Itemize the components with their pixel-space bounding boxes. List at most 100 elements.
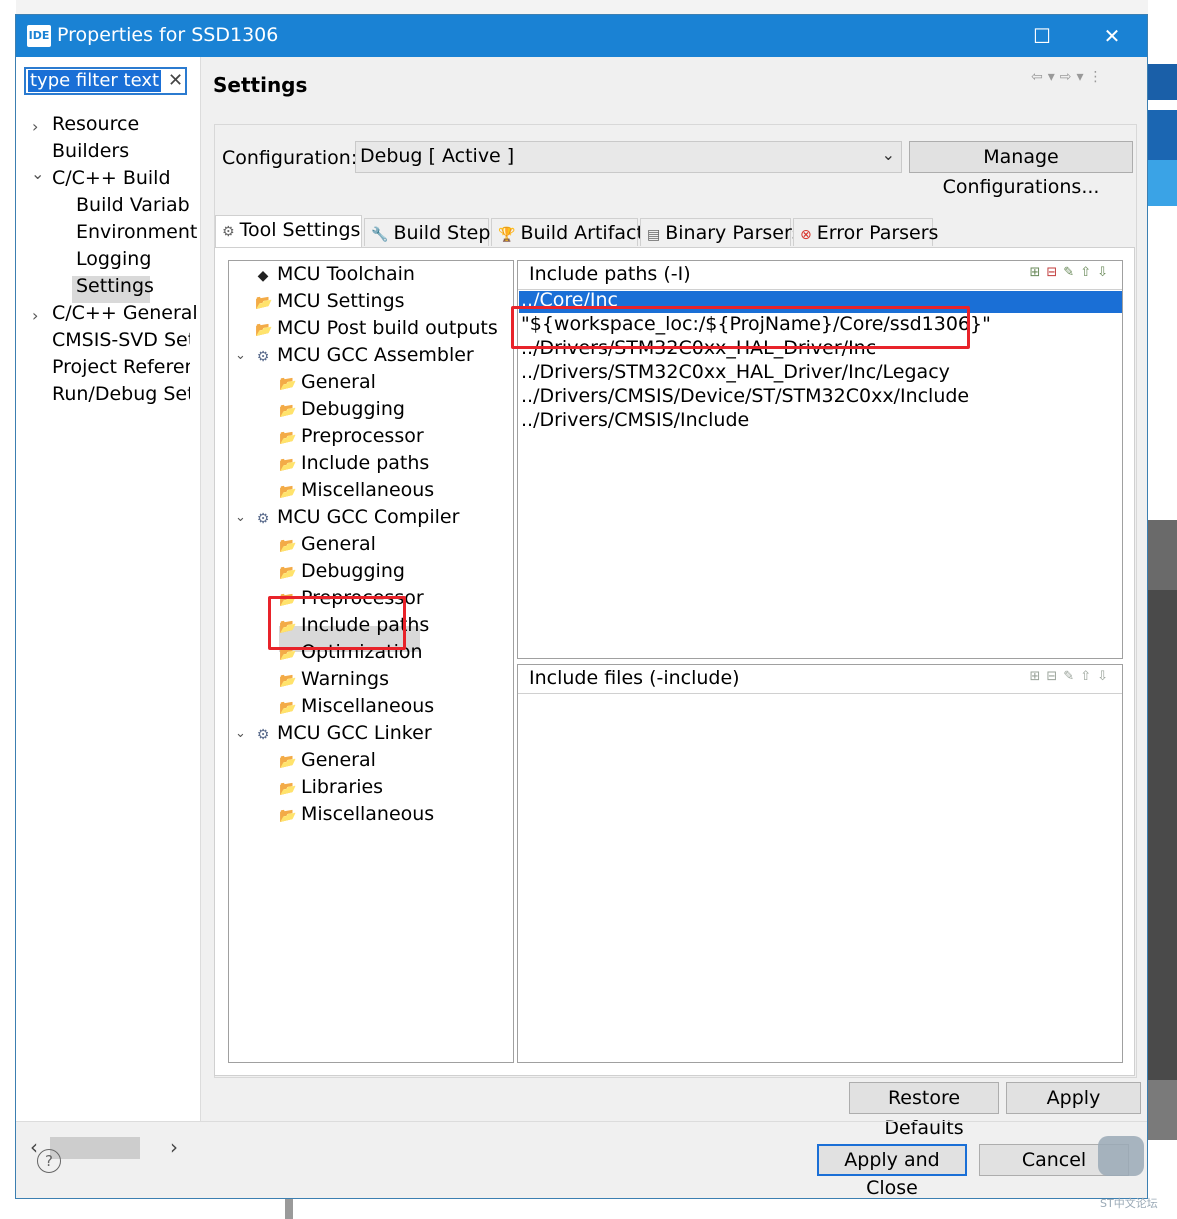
gear-icon: ⚙ xyxy=(256,727,270,743)
move-up-icon[interactable]: ⇧ xyxy=(1080,669,1097,684)
nav-item-resource[interactable]: Resource xyxy=(52,113,198,135)
scroll-right-icon[interactable]: › xyxy=(170,1135,178,1159)
collapse-cpp-build-icon[interactable]: ⌄ xyxy=(31,164,44,183)
tree-item-label: Include paths xyxy=(301,452,430,474)
nav-item-environment[interactable]: Environment xyxy=(76,221,198,243)
filter-input-text[interactable]: type filter text xyxy=(28,70,162,92)
move-down-icon[interactable]: ⇩ xyxy=(1097,265,1114,280)
nav-item-logging[interactable]: Logging xyxy=(76,248,198,270)
back-menu-icon[interactable]: ▾ xyxy=(1048,69,1060,85)
expand-cpp-general-icon[interactable]: › xyxy=(32,306,38,325)
nav-item-project-references[interactable]: Project Referenc xyxy=(52,356,190,378)
add-icon[interactable]: ⊞ xyxy=(1029,669,1046,684)
delete-icon[interactable]: ⊟ xyxy=(1046,669,1063,684)
folder-settings-icon: 📂 xyxy=(255,322,273,338)
tab-build-steps[interactable]: 🔧 Build Steps xyxy=(364,218,500,246)
restore-defaults-button[interactable]: Restore Defaults xyxy=(849,1082,999,1139)
edit-icon[interactable]: ✎ xyxy=(1063,265,1080,280)
tree-item-mcu-settings[interactable]: 📂 MCU Settings xyxy=(255,290,405,312)
chat-bubble-watermark-icon xyxy=(1098,1136,1144,1176)
tree-item-label: MCU GCC Linker xyxy=(277,722,432,744)
tree-item-asm-preprocessor[interactable]: 📂 Preprocessor xyxy=(279,425,424,447)
tree-item-ld-miscellaneous[interactable]: 📂 Miscellaneous xyxy=(279,803,434,825)
configuration-dropdown[interactable]: Debug [ Active ] ⌄ xyxy=(355,141,902,173)
error-icon: ⊗ xyxy=(800,227,812,243)
tree-item-asm-include-paths[interactable]: 📂 Include paths xyxy=(279,452,429,474)
page-title: Settings xyxy=(213,73,308,97)
tree-item-label: General xyxy=(301,371,376,393)
edit-icon[interactable]: ✎ xyxy=(1063,669,1080,684)
tree-item-asm-general[interactable]: 📂 General xyxy=(279,371,376,393)
tree-item-cc-general[interactable]: 📂 General xyxy=(279,533,376,555)
include-paths-toolbar[interactable]: ⊞⊟✎⇧⇩ xyxy=(1029,265,1114,280)
tree-item-label: General xyxy=(301,749,376,771)
collapse-compiler-icon[interactable]: ⌄ xyxy=(235,510,246,525)
scroll-left-icon[interactable]: ‹ xyxy=(30,1135,38,1159)
tab-label: Error Parsers xyxy=(816,222,939,244)
nav-item-builders[interactable]: Builders xyxy=(52,140,198,162)
tree-item-asm-debugging[interactable]: 📂 Debugging xyxy=(279,398,405,420)
apply-button[interactable]: Apply xyxy=(1006,1082,1141,1114)
folder-settings-icon: 📂 xyxy=(255,295,273,311)
maximize-button[interactable]: ☐ xyxy=(1007,15,1077,57)
tree-item-cc-debugging[interactable]: 📂 Debugging xyxy=(279,560,405,582)
collapse-assembler-icon[interactable]: ⌄ xyxy=(235,348,246,363)
include-path-row[interactable]: ../Drivers/CMSIS/Device/ST/STM32C0xx/Inc… xyxy=(521,385,969,407)
include-path-row[interactable]: ../Drivers/STM32C0xx_HAL_Driver/Inc/Lega… xyxy=(521,361,950,383)
tree-item-mcu-gcc-assembler[interactable]: ⚙ MCU GCC Assembler xyxy=(255,344,474,366)
expand-resource-icon[interactable]: › xyxy=(32,117,38,136)
configuration-label: Configuration: xyxy=(222,147,358,169)
manage-configurations-button[interactable]: Manage Configurations... xyxy=(909,141,1133,198)
tab-binary-parsers[interactable]: ▤ Binary Parsers xyxy=(640,218,802,246)
add-icon[interactable]: ⊞ xyxy=(1029,265,1046,280)
include-files-toolbar[interactable]: ⊞⊟✎⇧⇩ xyxy=(1029,669,1114,684)
collapse-linker-icon[interactable]: ⌄ xyxy=(235,726,246,741)
tree-item-ld-general[interactable]: 📂 General xyxy=(279,749,376,771)
apply-and-close-button[interactable]: Apply and Close xyxy=(817,1144,967,1199)
move-down-icon[interactable]: ⇩ xyxy=(1097,669,1114,684)
history-navigation[interactable]: ⇦▾⇨▾⋮ xyxy=(1031,69,1108,85)
ide-app-icon: IDE xyxy=(27,25,51,47)
close-button[interactable]: ✕ xyxy=(1077,15,1147,57)
tool-settings-tree: ◆ MCU Toolchain 📂 MCU Settings 📂 MCU Post b… xyxy=(228,260,514,1063)
background-app-bottom xyxy=(0,1199,1177,1219)
more-options-icon[interactable]: ⋮ xyxy=(1089,69,1108,85)
configuration-value: Debug [ Active ] xyxy=(360,145,515,167)
filter-input[interactable]: type filter text ✕ xyxy=(24,67,187,95)
gear-icon: ⚙ xyxy=(222,224,235,240)
tree-item-cc-miscellaneous[interactable]: 📂 Miscellaneous xyxy=(279,695,434,717)
include-files-title: Include files (-include) xyxy=(529,667,740,689)
tab-error-parsers[interactable]: ⊗ Error Parsers xyxy=(793,218,938,246)
help-icon[interactable]: ? xyxy=(37,1149,61,1173)
title-bar[interactable]: IDE Properties for SSD1306 ☐ ✕ xyxy=(16,15,1147,57)
binary-icon: ▤ xyxy=(647,227,661,243)
tab-build-artifact[interactable]: 🏆 Build Artifact xyxy=(491,218,644,246)
nav-scroll-thumb[interactable] xyxy=(50,1137,140,1159)
nav-item-cpp-general[interactable]: C/C++ General xyxy=(52,302,198,324)
tree-item-asm-miscellaneous[interactable]: 📂 Miscellaneous xyxy=(279,479,434,501)
tree-item-mcu-gcc-compiler[interactable]: ⚙ MCU GCC Compiler xyxy=(255,506,460,528)
tree-item-ld-libraries[interactable]: 📂 Libraries xyxy=(279,776,383,798)
tree-item-label: Debugging xyxy=(301,398,405,420)
nav-item-run-debug[interactable]: Run/Debug Sett xyxy=(52,383,190,405)
tree-item-label: MCU GCC Compiler xyxy=(277,506,460,528)
tree-item-mcu-toolchain[interactable]: ◆ MCU Toolchain xyxy=(255,263,415,285)
move-up-icon[interactable]: ⇧ xyxy=(1080,265,1097,280)
window-title: Properties for SSD1306 xyxy=(57,24,279,46)
tree-item-mcu-gcc-linker[interactable]: ⚙ MCU GCC Linker xyxy=(255,722,432,744)
forward-arrow-icon[interactable]: ⇨ xyxy=(1060,69,1077,85)
nav-item-cmsis-svd[interactable]: CMSIS-SVD Sett xyxy=(52,329,190,351)
include-path-row[interactable]: ../Drivers/CMSIS/Include xyxy=(521,409,749,431)
tree-item-mcu-post-build[interactable]: 📂 MCU Post build outputs xyxy=(255,317,498,339)
tree-item-label: MCU GCC Assembler xyxy=(277,344,474,366)
nav-item-build-variables[interactable]: Build Variable xyxy=(76,194,190,216)
forward-menu-icon[interactable]: ▾ xyxy=(1077,69,1089,85)
nav-item-settings[interactable]: Settings xyxy=(76,275,198,297)
tab-tool-settings[interactable]: ⚙ Tool Settings xyxy=(215,215,362,248)
delete-icon[interactable]: ⊟ xyxy=(1046,265,1063,280)
tree-item-cc-warnings[interactable]: 📂 Warnings xyxy=(279,668,389,690)
back-arrow-icon[interactable]: ⇦ xyxy=(1031,69,1048,85)
clear-filter-icon[interactable]: ✕ xyxy=(168,70,183,91)
folder-settings-icon: 📂 xyxy=(279,673,297,689)
nav-item-cpp-build[interactable]: C/C++ Build xyxy=(52,167,198,189)
